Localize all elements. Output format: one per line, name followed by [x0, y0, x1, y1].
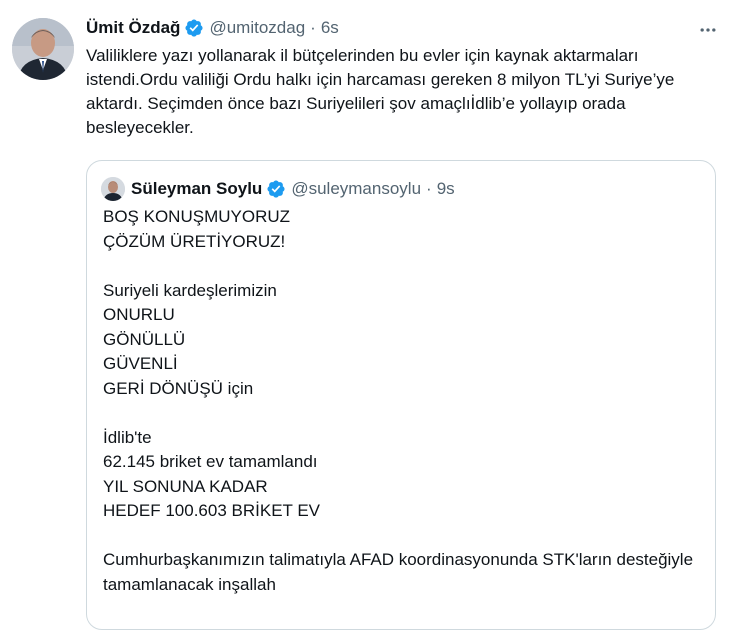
separator-dot: ·	[310, 18, 316, 37]
tweet-text: Valiliklere yazı yollanarak il bütçeleri…	[86, 46, 675, 137]
separator-dot: ·	[426, 179, 432, 198]
author-handle[interactable]: @umitozdag	[209, 18, 305, 38]
quoted-tweet-header: Süleyman Soylu @suleymansoylu · 9s	[101, 177, 455, 201]
author-avatar[interactable]	[12, 18, 74, 80]
tweet-header: Ümit Özdağ @umitozdag · 6s	[86, 16, 339, 40]
quoted-author-avatar	[101, 177, 125, 201]
author-name[interactable]: Ümit Özdağ	[86, 18, 180, 38]
quoted-tweet[interactable]: Süleyman Soylu @suleymansoylu · 9s BOŞ K…	[86, 160, 716, 630]
verified-badge-icon	[184, 18, 204, 38]
quoted-tweet-timestamp[interactable]: 9s	[437, 179, 455, 199]
quoted-tweet-text: BOŞ KONUŞMUYORUZ ÇÖZÜM ÜRETİYORUZ! Suriy…	[103, 207, 694, 594]
tweet-timestamp[interactable]: 6s	[321, 18, 339, 38]
more-options-icon[interactable]	[696, 18, 720, 42]
verified-badge-icon	[266, 179, 286, 199]
tweet: Ümit Özdağ @umitozdag · 6s Valiliklere y…	[0, 0, 732, 630]
quoted-author-name[interactable]: Süleyman Soylu	[131, 179, 262, 199]
quoted-author-handle[interactable]: @suleymansoylu	[291, 179, 421, 199]
